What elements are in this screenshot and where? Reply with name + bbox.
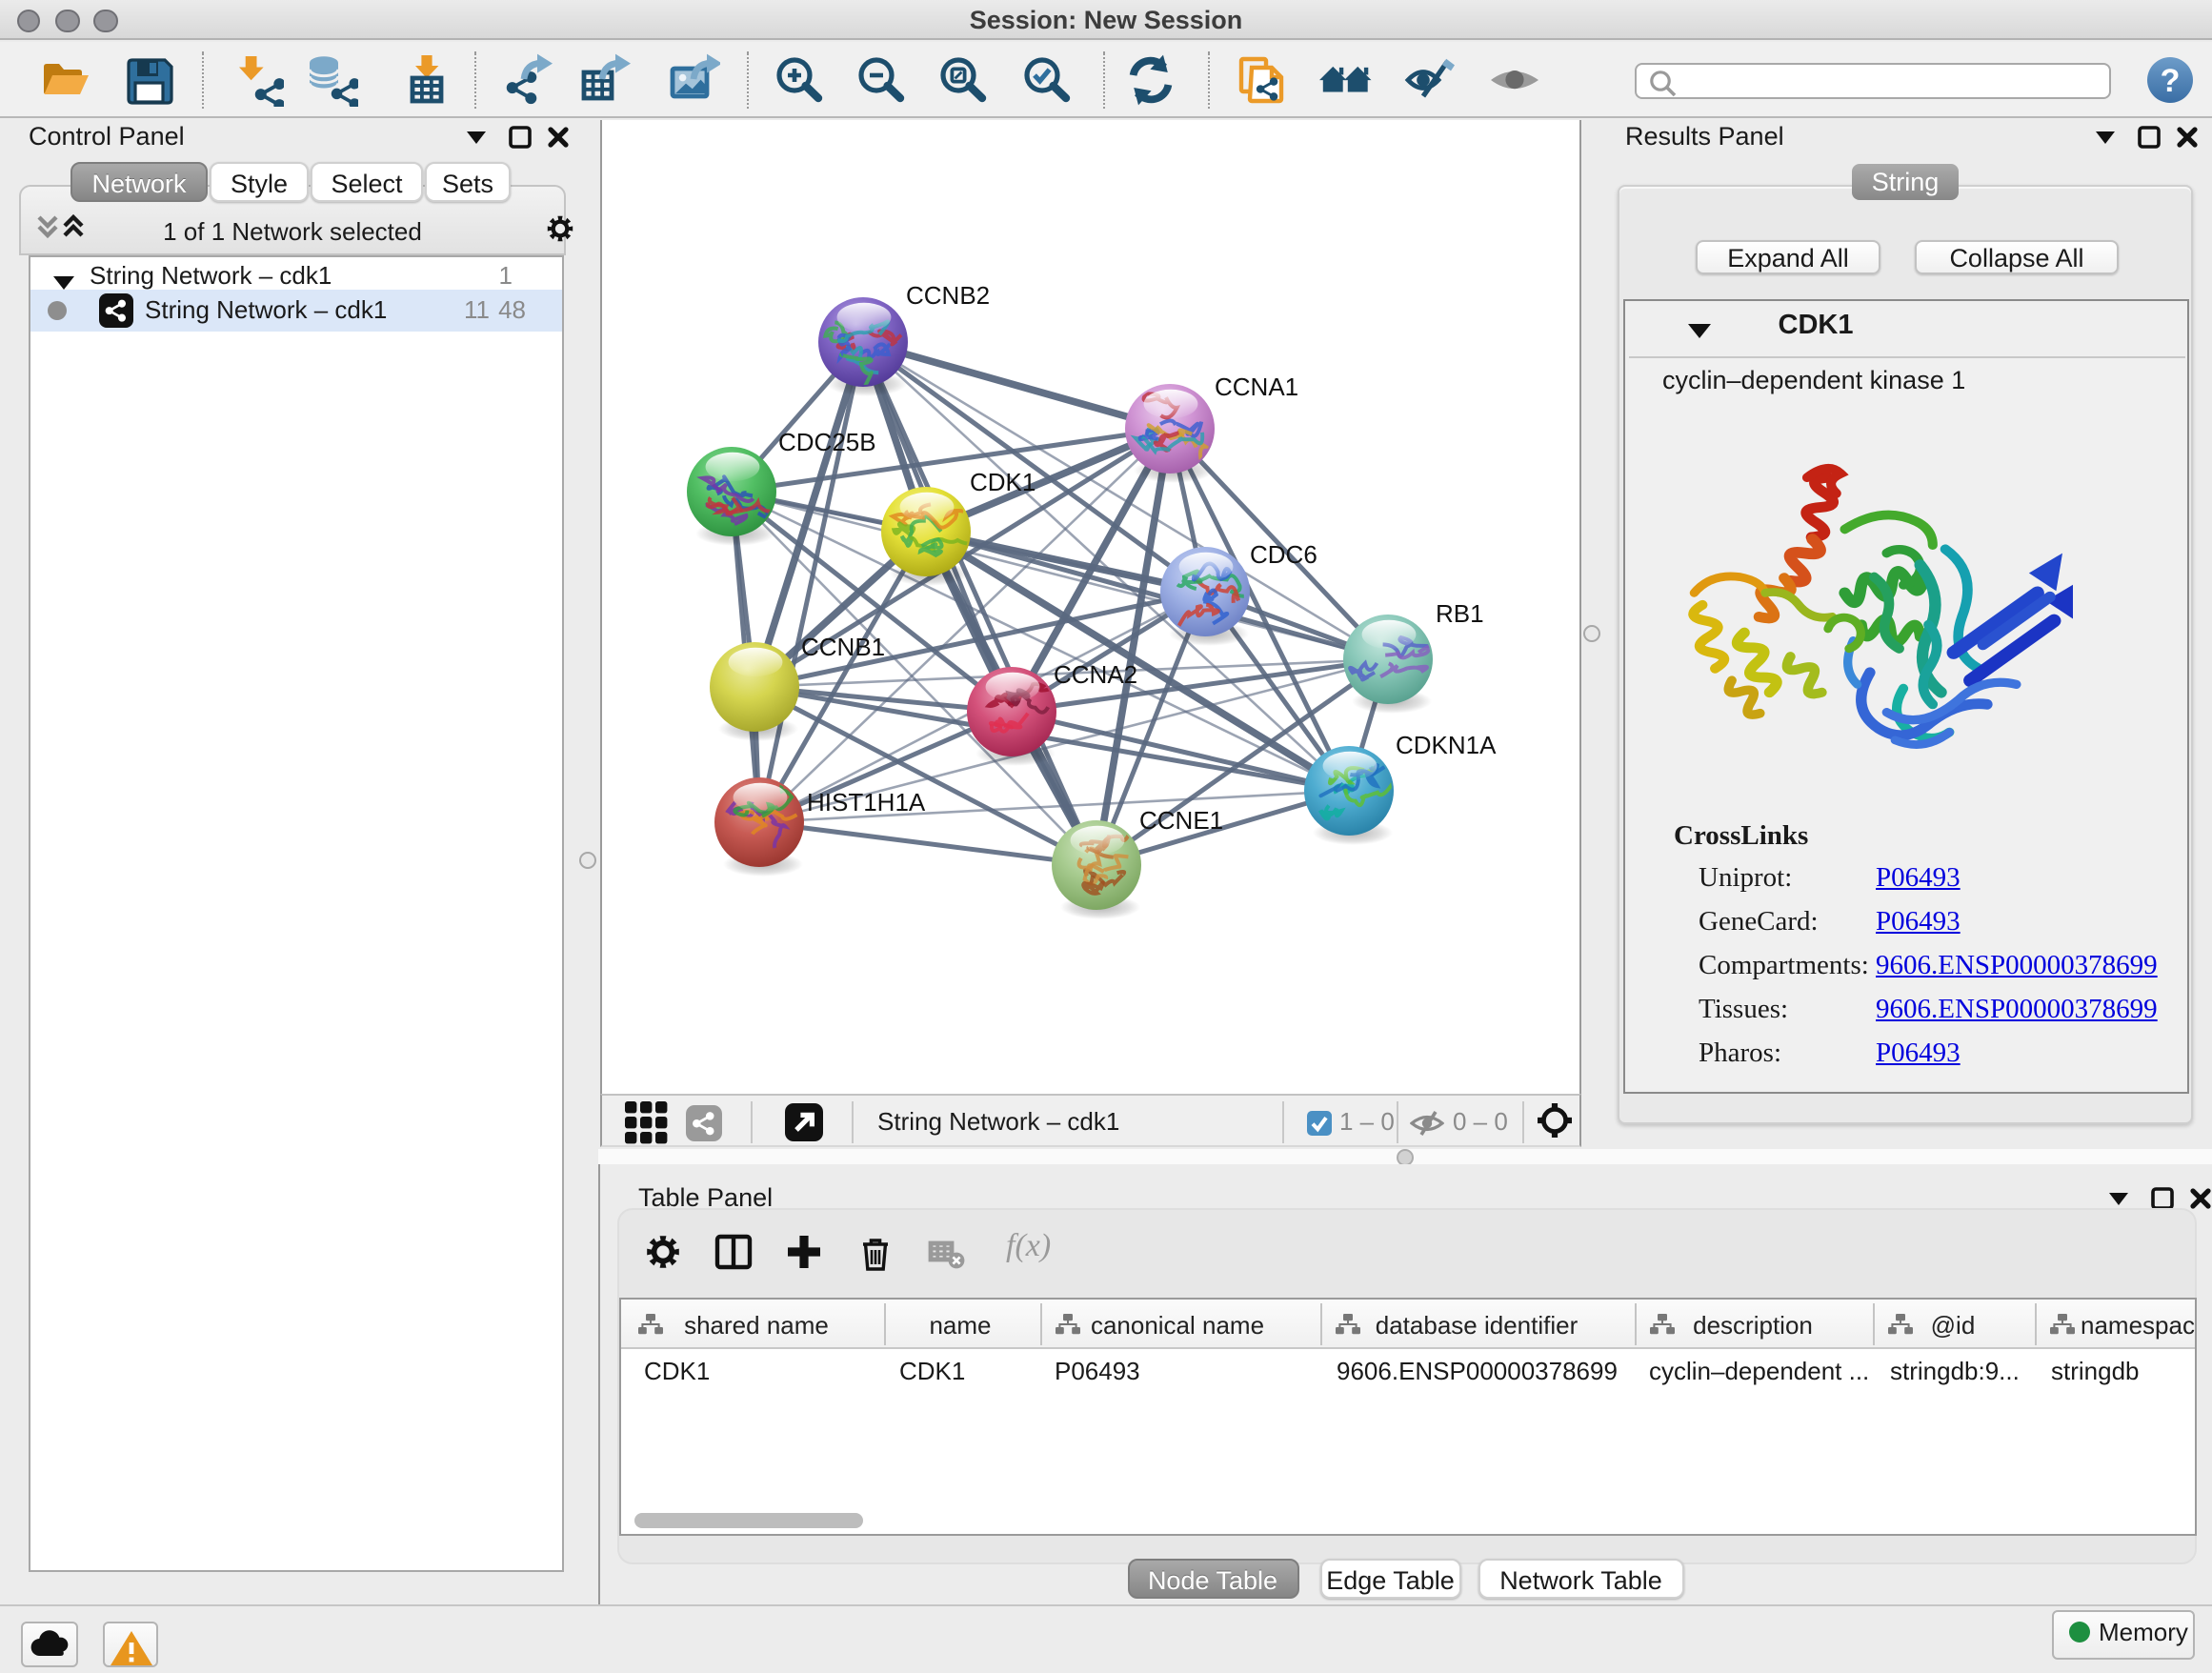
- svg-text:?: ?: [2161, 63, 2181, 99]
- svg-text:CCNB2: CCNB2: [906, 281, 990, 310]
- svg-text:CDC25B: CDC25B: [778, 428, 876, 456]
- svg-text:CCNB1: CCNB1: [801, 633, 885, 661]
- svg-text:CDK1: CDK1: [970, 468, 1036, 496]
- svg-text:HIST1H1A: HIST1H1A: [807, 788, 926, 816]
- svg-text:CCNE1: CCNE1: [1139, 806, 1223, 835]
- svg-text:CCNA1: CCNA1: [1215, 373, 1298, 401]
- svg-text:RB1: RB1: [1436, 599, 1484, 628]
- svg-text:CDKN1A: CDKN1A: [1396, 731, 1497, 759]
- svg-text:CCNA2: CCNA2: [1054, 660, 1137, 689]
- svg-text:CDC6: CDC6: [1250, 540, 1317, 569]
